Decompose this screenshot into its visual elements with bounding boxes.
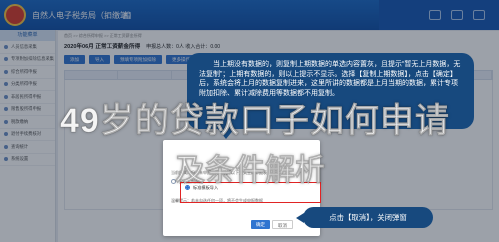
watermark-line-2: 及条件解析 <box>175 154 326 188</box>
cancel-button[interactable]: 取消 <box>272 220 293 229</box>
watermark-line-1: 49岁的贷款口子如何申请 <box>60 102 450 141</box>
confirm-button[interactable]: 确定 <box>251 220 270 229</box>
cancel-callout: 点击【取消】，关闭弹窗 <box>296 207 433 228</box>
